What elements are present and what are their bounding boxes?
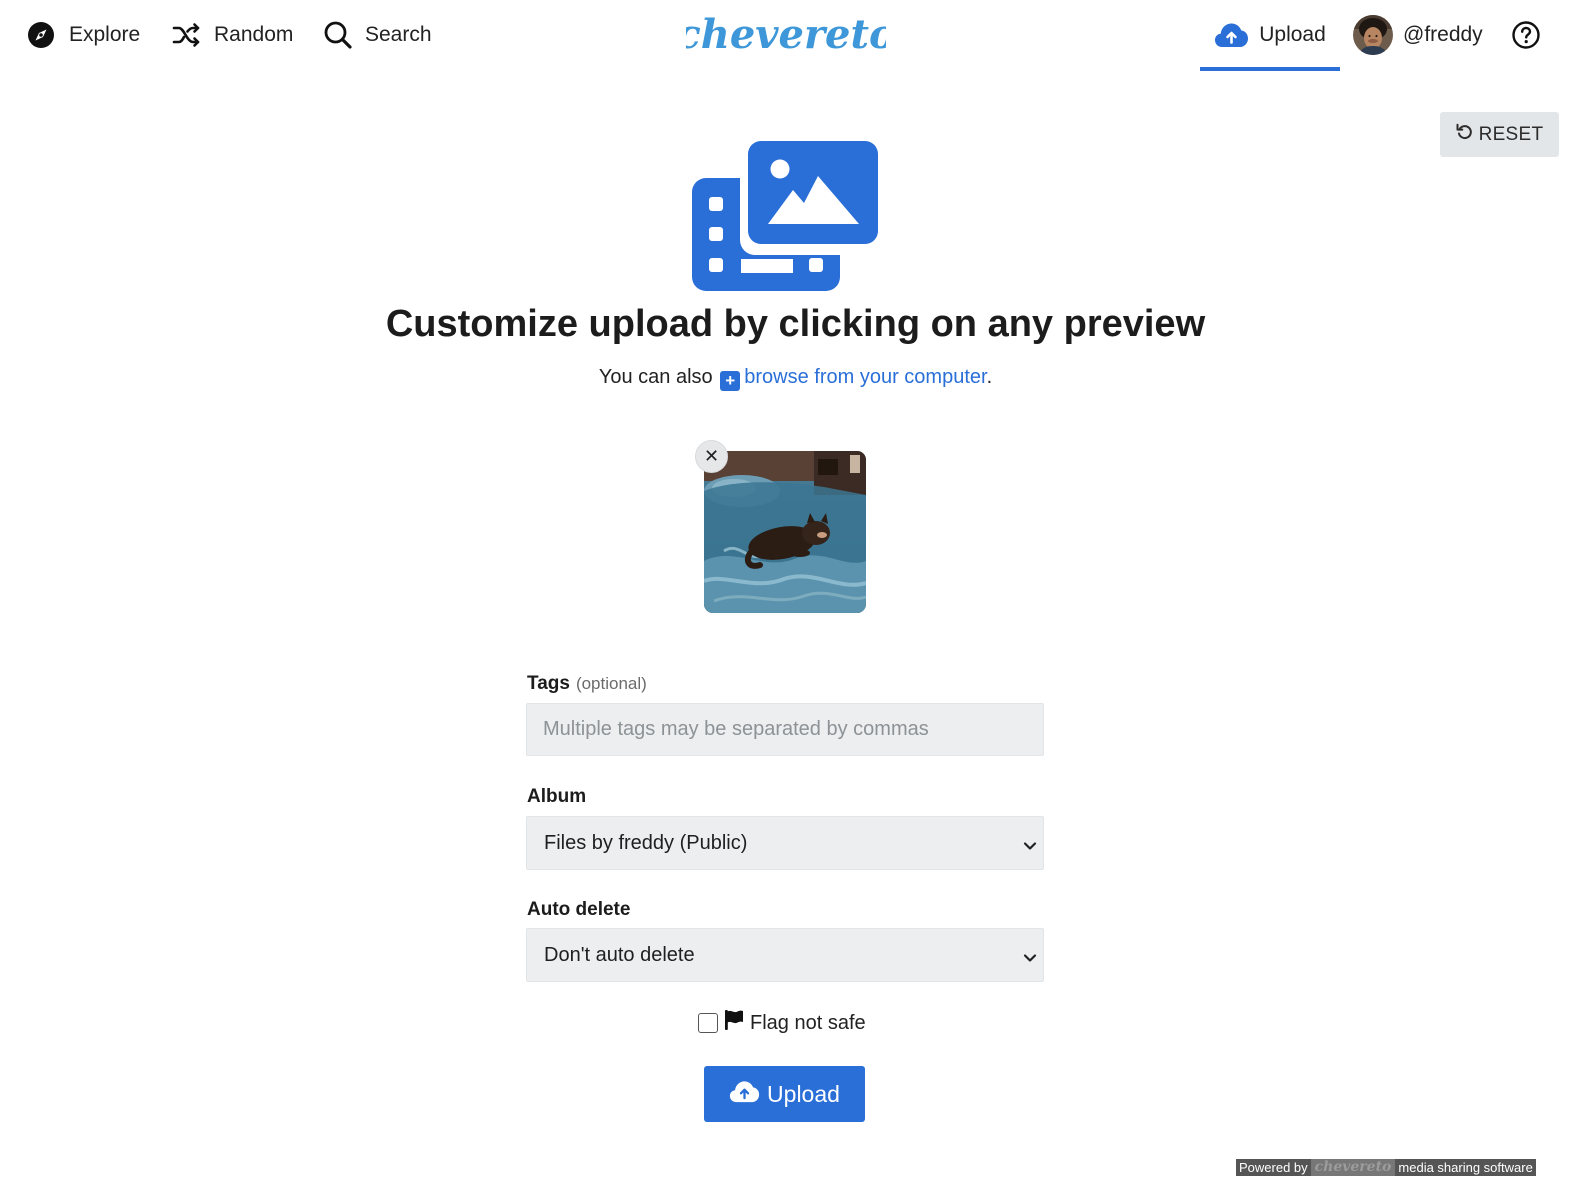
reset-label: RESET bbox=[1478, 123, 1544, 145]
nav-user-menu[interactable]: @freddy bbox=[1353, 0, 1483, 70]
compass-icon bbox=[27, 21, 55, 49]
nav-user-label: @freddy bbox=[1403, 23, 1483, 46]
nav-random[interactable]: Random bbox=[172, 0, 293, 70]
help-button[interactable] bbox=[1511, 0, 1541, 70]
tags-input[interactable] bbox=[526, 703, 1044, 756]
flag-not-safe-checkbox[interactable] bbox=[698, 1013, 718, 1033]
question-circle-icon bbox=[1511, 20, 1541, 50]
undo-icon bbox=[1456, 123, 1473, 146]
cloud-upload-icon bbox=[1214, 22, 1249, 48]
upload-button[interactable]: Upload bbox=[704, 1066, 865, 1122]
browse-hint-suffix: . bbox=[986, 366, 993, 388]
tags-optional-hint: (optional) bbox=[575, 674, 647, 693]
tags-label-text: Tags bbox=[527, 673, 570, 694]
chevron-down-icon bbox=[1023, 836, 1037, 859]
site-logo[interactable]: chevereto bbox=[686, 8, 886, 62]
flag-not-safe-option: Flag not safe bbox=[698, 1010, 866, 1036]
cloud-upload-icon bbox=[729, 1080, 760, 1109]
browse-computer-link[interactable]: browse from your computer bbox=[744, 366, 986, 388]
powered-by-brand: chevereto bbox=[1310, 1159, 1396, 1176]
powered-by-suffix: media sharing software bbox=[1395, 1159, 1536, 1176]
chevron-down-icon bbox=[1023, 948, 1037, 971]
upload-preview-thumbnail[interactable] bbox=[704, 451, 866, 613]
browse-hint-prefix: You can also bbox=[598, 366, 713, 388]
site-logo-text: chevereto bbox=[686, 11, 886, 58]
nav-explore[interactable]: Explore bbox=[27, 0, 140, 70]
auto-delete-select[interactable]: Don't auto delete bbox=[526, 928, 1044, 982]
album-select[interactable]: Files by freddy (Public) bbox=[526, 816, 1044, 870]
plus-square-icon[interactable]: + bbox=[720, 371, 741, 391]
shuffle-icon bbox=[172, 22, 202, 48]
reset-button[interactable]: RESET bbox=[1440, 112, 1559, 157]
nav-search[interactable]: Search bbox=[323, 0, 432, 70]
search-icon bbox=[323, 20, 353, 50]
avatar bbox=[1353, 15, 1393, 55]
tags-label: Tags (optional) bbox=[527, 673, 647, 695]
page-title: Customize upload by clicking on any prev… bbox=[385, 303, 1206, 345]
auto-delete-label: Auto delete bbox=[527, 899, 631, 920]
browse-hint: You can also + browse from your computer. bbox=[0, 366, 1591, 391]
remove-preview-button[interactable]: ✕ bbox=[695, 440, 728, 473]
album-select-value: Files by freddy (Public) bbox=[544, 831, 748, 854]
upload-button-label: Upload bbox=[767, 1080, 840, 1107]
nav-explore-label: Explore bbox=[69, 23, 141, 46]
photo-video-icon bbox=[692, 141, 878, 291]
top-navigation-bar: Explore Random Search chevereto Upload @… bbox=[0, 0, 1591, 72]
nav-upload[interactable]: Upload bbox=[1200, 0, 1340, 70]
flag-icon bbox=[724, 1009, 744, 1037]
flag-not-safe-label: Flag not safe bbox=[750, 1011, 866, 1034]
nav-random-label: Random bbox=[214, 23, 294, 46]
powered-by-prefix: Powered by bbox=[1236, 1159, 1311, 1176]
nav-upload-active-indicator bbox=[1200, 67, 1340, 71]
nav-upload-label: Upload bbox=[1259, 23, 1326, 46]
album-label: Album bbox=[527, 786, 587, 807]
powered-by-badge[interactable]: Powered by chevereto media sharing softw… bbox=[1236, 1159, 1536, 1176]
nav-search-label: Search bbox=[365, 23, 432, 46]
auto-delete-select-value: Don't auto delete bbox=[544, 943, 695, 966]
